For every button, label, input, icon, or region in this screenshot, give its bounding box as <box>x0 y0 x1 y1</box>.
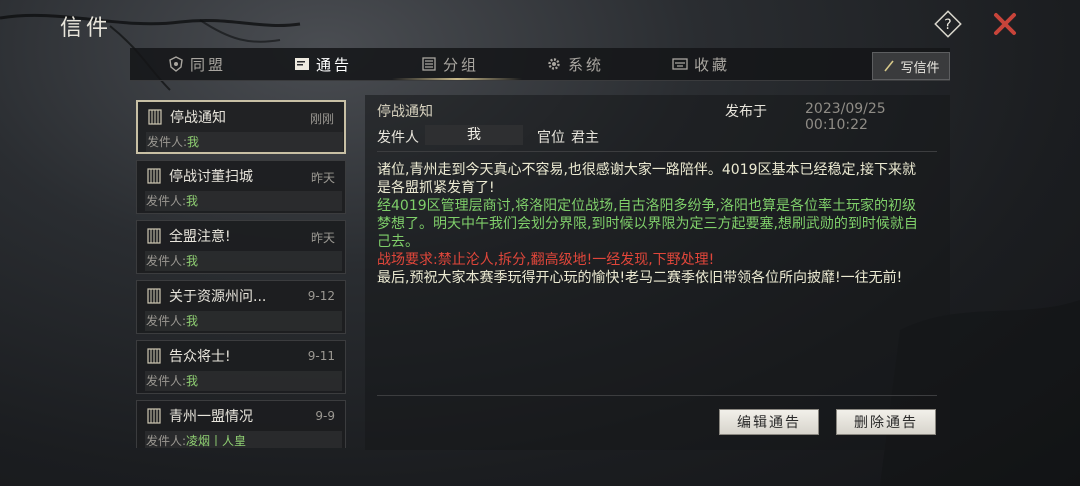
tab-favorites[interactable]: 收藏 <box>672 48 730 80</box>
notice-paragraph-highlight: 经4019区管理层商讨,将洛阳定位战场,自古洛阳多纷争,洛阳也算是各位率土玩家的… <box>377 198 918 250</box>
rank-label: 官位 <box>537 130 565 146</box>
mail-title: 青州一盟情况 <box>169 409 253 425</box>
edit-notice-button[interactable]: 编辑通告 <box>719 409 819 435</box>
notice-board-icon <box>295 58 309 70</box>
tab-notice[interactable]: 通告 <box>294 48 352 80</box>
mail-sender: 发件人:我 <box>146 132 343 152</box>
mail-sender: 发件人:我 <box>145 251 342 271</box>
mail-sender-name: 我 <box>186 194 199 208</box>
alliance-emblem-icon <box>169 56 183 72</box>
gear-icon <box>548 58 560 70</box>
mail-title: 告众将士! <box>169 349 231 365</box>
mail-list-item[interactable]: 停战讨董扫城 昨天 发件人:我 <box>136 160 346 214</box>
divider <box>377 151 937 152</box>
pen-icon <box>884 60 895 72</box>
mail-sender-label: 发件人: <box>146 434 187 448</box>
mail-title: 停战通知 <box>170 110 226 126</box>
delete-notice-button[interactable]: 删除通告 <box>836 409 936 435</box>
scroll-icon <box>147 168 161 184</box>
mail-time: 刚刚 <box>309 112 334 126</box>
help-icon[interactable]: ? <box>934 10 962 38</box>
scroll-icon <box>147 348 161 364</box>
divider <box>377 395 937 396</box>
mail-time: 9-12 <box>307 289 335 303</box>
window-title: 信件 <box>60 16 113 41</box>
tab-bar: 同盟 通告 分组 系统 收藏 <box>130 48 950 81</box>
mail-title: 关于资源州问... <box>169 289 267 305</box>
active-tab-indicator <box>392 78 522 80</box>
svg-text:?: ? <box>944 17 951 33</box>
scroll-icon <box>147 408 161 424</box>
rank-value: 君主 <box>571 130 599 146</box>
mail-sender-label: 发件人: <box>146 254 187 268</box>
notice-body: 诸位,青州走到今天真心不容易,也很感谢大家一路陪伴。4019区基本已经稳定,接下… <box>377 161 925 287</box>
sender-name[interactable]: 我 <box>425 125 523 145</box>
mail-sender: 发件人:凌烟丨人皇 <box>145 431 342 448</box>
mail-sender-label: 发件人: <box>146 374 187 388</box>
notice-paragraph-warning: 战场要求:禁止沦人,拆分,翻高级地!一经发现,下野处理! <box>377 252 715 268</box>
mail-sender-label: 发件人: <box>147 135 188 149</box>
mail-list-item[interactable]: 关于资源州问... 9-12 发件人:我 <box>136 280 346 334</box>
tab-alliance[interactable]: 同盟 <box>168 48 226 80</box>
mail-sender-name: 我 <box>186 254 199 268</box>
mail-sender: 发件人:我 <box>145 371 342 391</box>
notice-paragraph: 诸位,青州走到今天真心不容易,也很感谢大家一路陪伴。4019区基本已经稳定,接下… <box>377 162 916 196</box>
mail-time: 9-9 <box>315 409 335 423</box>
tab-group-label: 分组 <box>443 55 480 74</box>
write-mail-button[interactable]: 写信件 <box>872 52 950 80</box>
scroll-icon <box>147 288 161 304</box>
tab-group[interactable]: 分组 <box>421 48 479 80</box>
notice-paragraph: 最后,预祝大家本赛季玩得开心玩的愉快!老马二赛季依旧带领各位所向披靡!一往无前! <box>377 270 903 286</box>
write-mail-label: 写信件 <box>900 60 940 76</box>
mail-list-item[interactable]: 停战通知 刚刚 发件人:我 <box>136 100 346 154</box>
mail-list-item[interactable]: 青州一盟情况 9-9 发件人:凌烟丨人皇 <box>136 400 346 448</box>
tab-alliance-label: 同盟 <box>190 55 227 74</box>
published-label: 发布于 <box>725 104 767 120</box>
mail-sender-label: 发件人: <box>146 194 187 208</box>
mail-sender-name: 我 <box>187 135 200 149</box>
scroll-icon <box>147 228 161 244</box>
mail-list-item[interactable]: 全盟注意! 昨天 发件人:我 <box>136 220 346 274</box>
mail-sender: 发件人:我 <box>145 311 342 331</box>
mail-sender-name: 我 <box>186 314 199 328</box>
notice-title: 停战通知 <box>377 104 433 120</box>
mail-title: 停战讨董扫城 <box>169 169 253 185</box>
mail-list-item[interactable]: 告众将士! 9-11 发件人:我 <box>136 340 346 394</box>
archive-box-icon <box>672 58 688 70</box>
group-list-icon <box>422 57 436 71</box>
mail-time: 昨天 <box>310 231 335 245</box>
sender-label: 发件人 <box>377 130 419 146</box>
scroll-icon <box>148 109 162 125</box>
close-icon[interactable] <box>990 9 1020 39</box>
tab-notice-label: 通告 <box>316 55 353 74</box>
tab-favorites-label: 收藏 <box>694 55 731 74</box>
mail-list: 停战通知 刚刚 发件人:我 停战讨董扫城 昨天 发件人:我 全盟注意! 昨天 发… <box>134 98 350 448</box>
mail-sender-label: 发件人: <box>146 314 187 328</box>
mail-sender-name: 凌烟丨人皇 <box>186 434 247 448</box>
mail-time: 9-11 <box>307 349 335 363</box>
tab-system-label: 系统 <box>568 55 605 74</box>
mail-title: 全盟注意! <box>169 229 231 245</box>
mail-time: 昨天 <box>310 171 335 185</box>
mail-sender: 发件人:我 <box>145 191 342 211</box>
tab-system[interactable]: 系统 <box>546 48 604 80</box>
published-time: 2023/09/25 00:10:22 <box>805 101 886 133</box>
notice-detail-panel: 停战通知 发布于 2023/09/25 00:10:22 发件人 我 官位 君主… <box>365 95 950 450</box>
mail-sender-name: 我 <box>186 374 199 388</box>
